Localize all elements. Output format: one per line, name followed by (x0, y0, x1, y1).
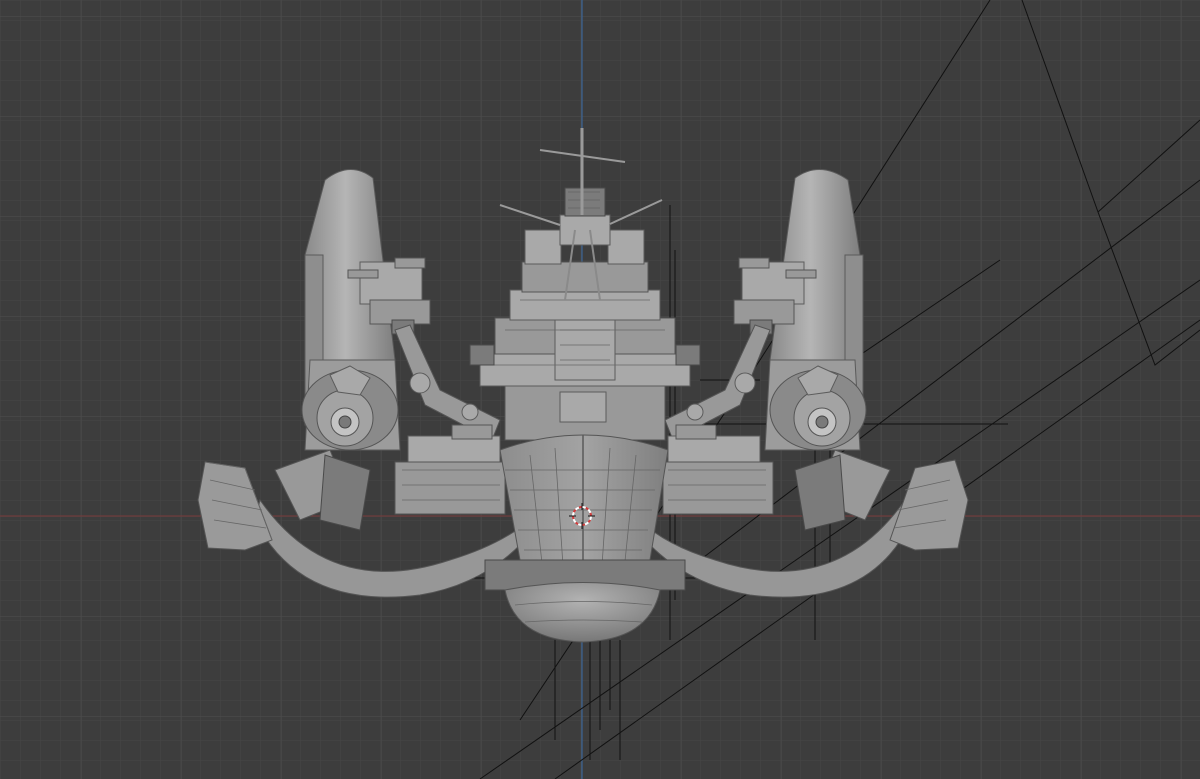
viewport-canvas[interactable] (0, 0, 1200, 779)
3d-viewport[interactable] (0, 0, 1200, 779)
ship-hull-bow (484, 434, 686, 599)
left-side-blocks (394, 424, 506, 515)
right-side-blocks (662, 424, 774, 515)
